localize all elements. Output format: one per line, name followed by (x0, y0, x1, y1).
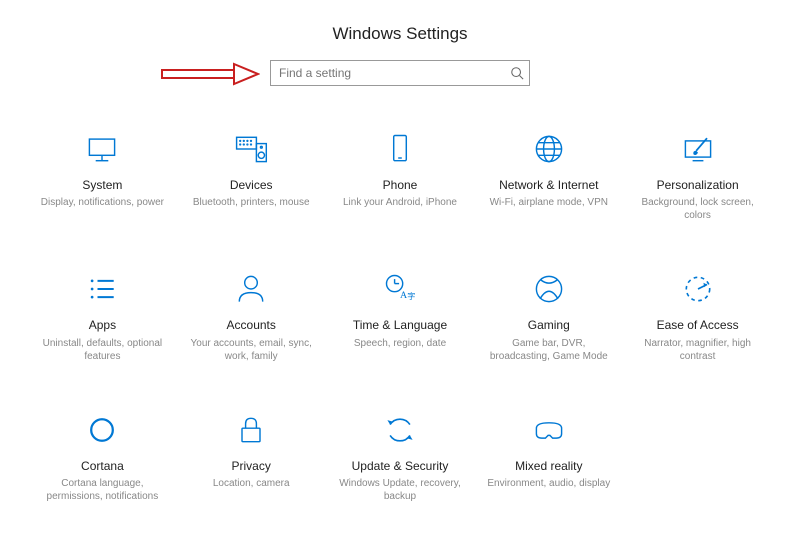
cortana-circle-icon (83, 411, 121, 449)
tile-sub: Speech, region, date (354, 337, 446, 350)
dashed-clock-arrow-icon (679, 270, 717, 308)
tile-sub: Link your Android, iPhone (343, 196, 457, 209)
paintbrush-monitor-icon (679, 130, 717, 168)
tile-gaming[interactable]: Gaming Game bar, DVR, broadcasting, Game… (474, 266, 623, 366)
tile-title: Cortana (81, 459, 124, 473)
tile-sub: Cortana language, permissions, notificat… (37, 477, 167, 503)
tile-title: Phone (383, 178, 418, 192)
keyboard-speaker-icon (232, 130, 270, 168)
tile-title: Network & Internet (499, 178, 598, 192)
tile-update[interactable]: Update & Security Windows Update, recove… (326, 407, 475, 507)
display-icon (83, 130, 121, 168)
tile-sub: Narrator, magnifier, high contrast (633, 337, 763, 363)
headset-icon (530, 411, 568, 449)
page-title: Windows Settings (0, 0, 800, 60)
search-input[interactable] (270, 60, 530, 86)
tile-sub: Display, notifications, power (41, 196, 164, 209)
tile-title: Gaming (528, 318, 570, 332)
tile-sub: Windows Update, recovery, backup (335, 477, 465, 503)
tile-accounts[interactable]: Accounts Your accounts, email, sync, wor… (177, 266, 326, 366)
tile-cortana[interactable]: Cortana Cortana language, permissions, n… (28, 407, 177, 507)
tile-sub: Environment, audio, display (487, 477, 610, 490)
tile-ease[interactable]: Ease of Access Narrator, magnifier, high… (623, 266, 772, 366)
search-icon (510, 66, 524, 80)
tile-sub: Location, camera (213, 477, 290, 490)
tile-title: Personalization (657, 178, 739, 192)
tile-network[interactable]: Network & Internet Wi-Fi, airplane mode,… (474, 126, 623, 226)
tile-title: System (82, 178, 122, 192)
sync-arrows-icon (381, 411, 419, 449)
tile-title: Update & Security (352, 459, 449, 473)
tile-sub: Wi-Fi, airplane mode, VPN (490, 196, 608, 209)
tile-mixed[interactable]: Mixed reality Environment, audio, displa… (474, 407, 623, 507)
lock-icon (232, 411, 270, 449)
tile-title: Devices (230, 178, 273, 192)
tile-title: Mixed reality (515, 459, 582, 473)
tile-time[interactable]: A字 Time & Language Speech, region, date (326, 266, 475, 366)
tile-system[interactable]: System Display, notifications, power (28, 126, 177, 226)
search-wrap (0, 60, 800, 86)
tile-sub: Bluetooth, printers, mouse (193, 196, 310, 209)
tile-privacy[interactable]: Privacy Location, camera (177, 407, 326, 507)
tile-phone[interactable]: Phone Link your Android, iPhone (326, 126, 475, 226)
tile-personalization[interactable]: Personalization Background, lock screen,… (623, 126, 772, 226)
search-box[interactable] (270, 60, 530, 86)
tile-sub: Background, lock screen, colors (633, 196, 763, 222)
svg-text:字: 字 (407, 291, 415, 301)
tile-title: Privacy (232, 459, 271, 473)
tile-sub: Your accounts, email, sync, work, family (186, 337, 316, 363)
tile-title: Apps (89, 318, 116, 332)
settings-grid: System Display, notifications, power Dev… (0, 126, 800, 507)
xbox-icon (530, 270, 568, 308)
tile-title: Time & Language (353, 318, 447, 332)
clock-language-icon: A字 (381, 270, 419, 308)
phone-icon (381, 130, 419, 168)
annotation-arrow (160, 60, 260, 86)
person-icon (232, 270, 270, 308)
tile-title: Ease of Access (657, 318, 739, 332)
globe-icon (530, 130, 568, 168)
tile-apps[interactable]: Apps Uninstall, defaults, optional featu… (28, 266, 177, 366)
list-icon (83, 270, 121, 308)
tile-sub: Game bar, DVR, broadcasting, Game Mode (484, 337, 614, 363)
tile-sub: Uninstall, defaults, optional features (37, 337, 167, 363)
tile-title: Accounts (227, 318, 276, 332)
tile-devices[interactable]: Devices Bluetooth, printers, mouse (177, 126, 326, 226)
